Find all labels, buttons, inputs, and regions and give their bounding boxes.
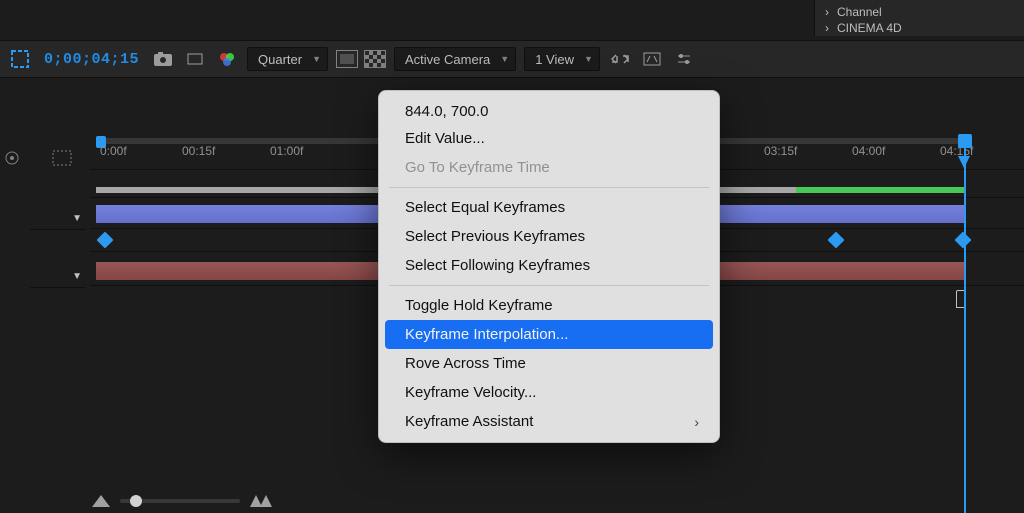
panel-item-channel[interactable]: ›Channel: [825, 4, 1014, 20]
resolution-dropdown[interactable]: Quarter ▼: [247, 47, 328, 71]
keyframe[interactable]: [828, 232, 845, 249]
ruler-tick: 00:15f: [182, 144, 215, 158]
menu-keyframe-assistant[interactable]: Keyframe Assistant ›: [379, 407, 719, 436]
menu-select-equal[interactable]: Select Equal Keyframes: [379, 193, 719, 222]
menu-edit-value[interactable]: Edit Value...: [379, 124, 719, 153]
chevron-down-icon[interactable]: ▼: [68, 209, 86, 228]
panel-item-cinema4d[interactable]: ›CINEMA 4D: [825, 20, 1014, 36]
menu-toggle-hold[interactable]: Toggle Hold Keyframe: [379, 291, 719, 320]
zoom-thumb[interactable]: [130, 495, 142, 507]
chevron-down-icon: ▼: [500, 54, 509, 64]
time-marker-icon[interactable]: [958, 156, 970, 168]
resolution-label: Quarter: [258, 52, 302, 67]
zoom-slider[interactable]: [120, 499, 240, 503]
adjust-icon[interactable]: [672, 47, 696, 71]
views-label: 1 View: [535, 52, 574, 67]
ruler-tick: 03:15f: [764, 144, 797, 158]
layer-row-1-header[interactable]: ▼: [30, 208, 86, 230]
menu-coordinates: 844.0, 700.0: [379, 97, 719, 124]
keyframe[interactable]: [955, 232, 972, 249]
keyframe-context-menu: 844.0, 700.0 Edit Value... Go To Keyfram…: [378, 90, 720, 443]
share-view-icon[interactable]: [608, 47, 632, 71]
camera-label: Active Camera: [405, 52, 490, 67]
ruler-tick: 04:00f: [852, 144, 885, 158]
panel-label: CINEMA 4D: [837, 21, 902, 35]
keyframe[interactable]: [97, 232, 114, 249]
ruler-tick: 0:00f: [100, 144, 127, 158]
channel-icon[interactable]: [215, 47, 239, 71]
frame-blend-icon[interactable]: [50, 146, 74, 170]
menu-keyframe-interpolation[interactable]: Keyframe Interpolation...: [385, 320, 713, 349]
views-dropdown[interactable]: 1 View ▼: [524, 47, 600, 71]
current-time[interactable]: 0;00;04;15: [40, 49, 143, 70]
timeline-zoom[interactable]: [92, 495, 272, 507]
layer-row-2-header[interactable]: ▼: [30, 266, 86, 288]
fast-preview-icon[interactable]: [336, 50, 358, 68]
menu-go-to-keyframe: Go To Keyframe Time: [379, 153, 719, 182]
render-bar: [796, 187, 966, 193]
ruler-tick: 01:00f: [270, 144, 303, 158]
snapshot-icon[interactable]: [151, 47, 175, 71]
playhead-handle[interactable]: [958, 134, 972, 148]
panel-label: Channel: [837, 5, 882, 19]
chevron-down-icon: ▼: [584, 54, 593, 64]
menu-select-previous[interactable]: Select Previous Keyframes: [379, 222, 719, 251]
layer-switches-icon[interactable]: [0, 146, 24, 170]
track-headers: ▼ ▼: [0, 170, 90, 513]
menu-rove-across[interactable]: Rove Across Time: [379, 349, 719, 378]
composition-toolbar: 0;00;04;15 Quarter ▼ Active Camera ▼ 1 V…: [0, 40, 1024, 78]
transparency-grid-icon[interactable]: [364, 50, 386, 68]
zoom-in-icon: [250, 495, 272, 507]
playhead[interactable]: [964, 138, 966, 513]
chevron-down-icon: ▼: [312, 54, 321, 64]
menu-keyframe-velocity[interactable]: Keyframe Velocity...: [379, 378, 719, 407]
pixel-aspect-icon[interactable]: [640, 47, 664, 71]
chevron-down-icon[interactable]: ▼: [68, 267, 86, 286]
zoom-out-icon: [92, 495, 110, 507]
effects-panel: ›Channel ›CINEMA 4D: [814, 0, 1024, 36]
menu-select-following[interactable]: Select Following Keyframes: [379, 251, 719, 280]
show-snapshot-icon[interactable]: [183, 47, 207, 71]
region-icon[interactable]: [8, 47, 32, 71]
chevron-right-icon: ›: [694, 414, 699, 430]
camera-dropdown[interactable]: Active Camera ▼: [394, 47, 516, 71]
